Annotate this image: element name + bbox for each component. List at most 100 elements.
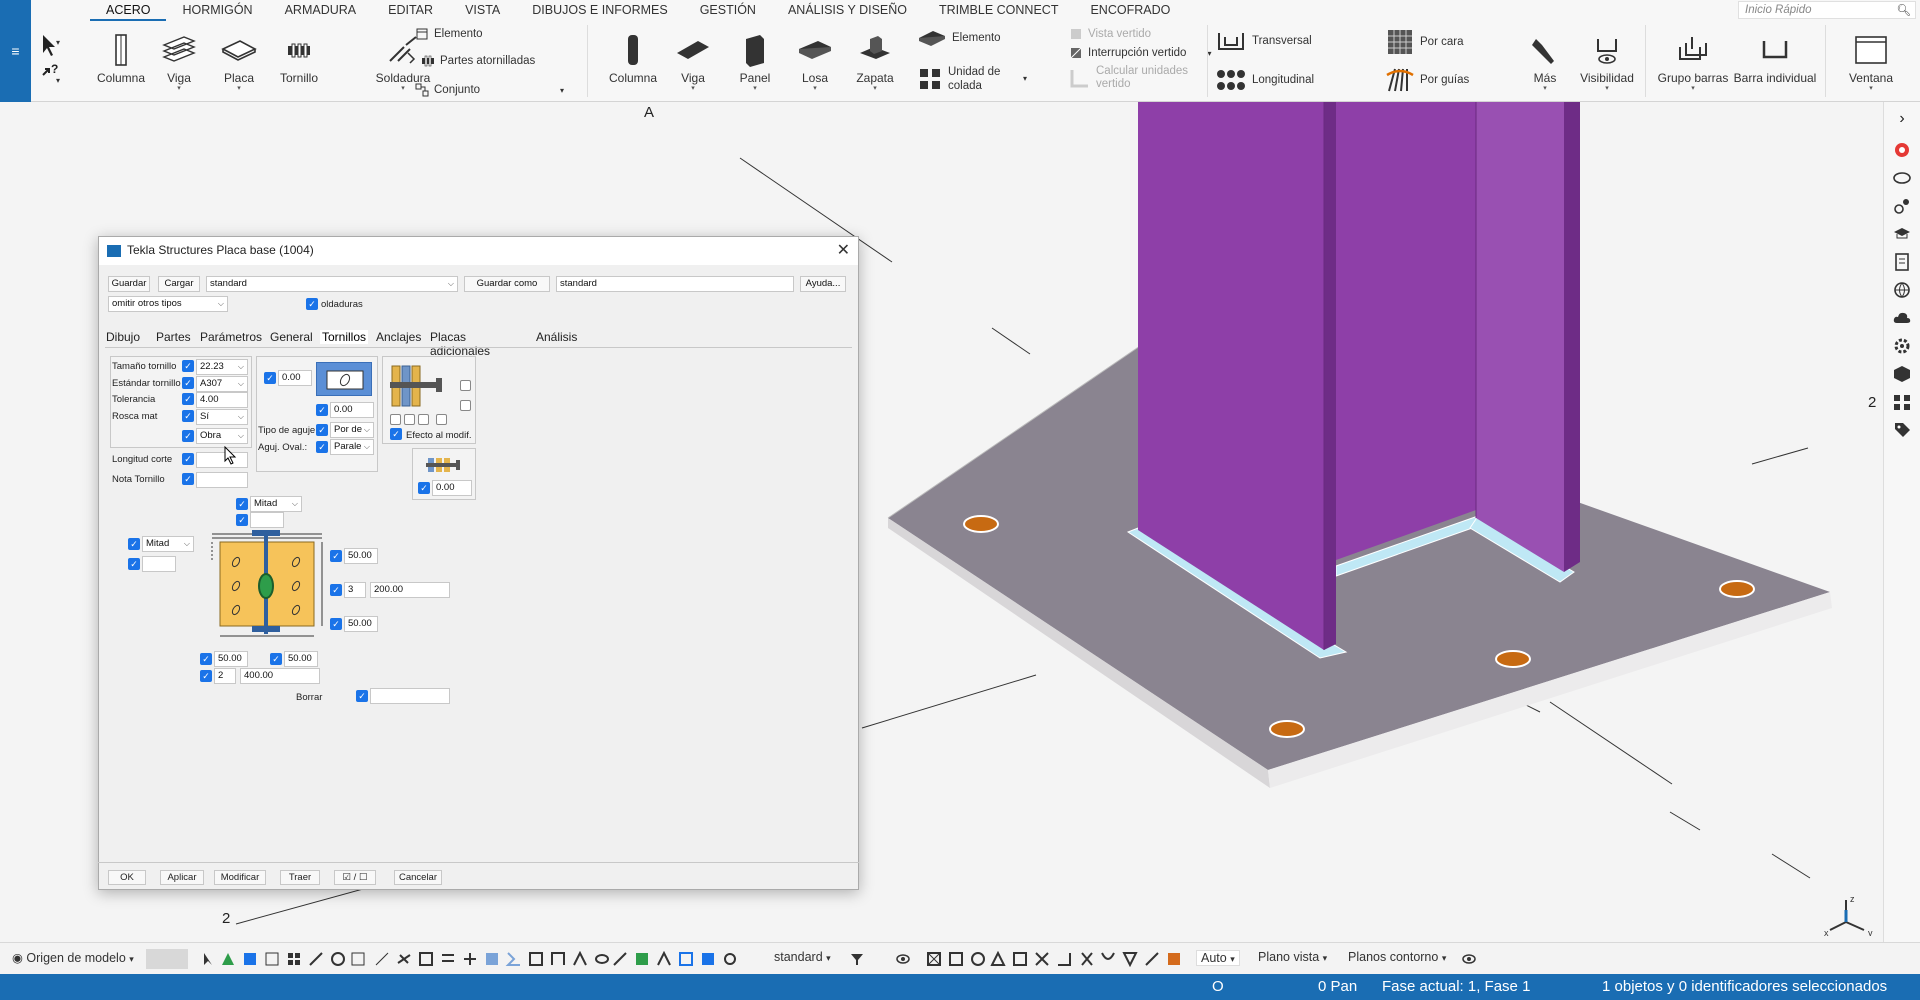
pour-unit-button[interactable]: Unidad de colada ▾ [917,65,1057,93]
select-tools-icon[interactable]: ▾ ? ▾ [37,31,67,91]
components-icon[interactable] [1892,364,1912,384]
tolerance-field[interactable]: 4.00 [196,392,248,408]
right-count-checkbox[interactable]: ✓ [330,584,342,596]
left-combo-select[interactable]: Mitad [142,536,194,552]
rebar-longitudinal-button[interactable]: Longitudinal [1215,67,1314,93]
bottom-count-field[interactable]: 2 [214,668,236,684]
dialog-title-bar[interactable]: Tekla Structures Placa base (1004) ✕ [99,237,858,265]
cloud-icon[interactable] [1892,308,1912,328]
single-bar-button[interactable]: Barra individual [1733,33,1817,85]
snap-tools-icons[interactable] [200,951,760,967]
tab-dibujo[interactable]: Dibujo [106,330,140,344]
cut-length-checkbox[interactable]: ✓ [182,453,194,465]
cancel-button[interactable]: Cancelar [394,870,442,885]
tab-analisis[interactable]: Análisis [536,330,577,344]
hole-offset1-checkbox[interactable]: ✓ [264,372,276,384]
visibility-eye-icon[interactable] [1462,952,1476,966]
snap-toggle[interactable] [146,949,188,969]
delete-checkbox[interactable]: ✓ [356,690,368,702]
menu-trimble-connect[interactable]: TRIMBLE CONNECT [923,0,1074,21]
save-button[interactable]: Guardar [108,276,150,292]
bolt-note-field[interactable] [196,472,248,488]
preset-select[interactable]: standard [206,276,458,292]
concrete-panel-button[interactable]: Panel ▾ [725,33,785,93]
outline-planes-select[interactable]: Planos contorno ▾ [1348,950,1446,964]
bottom-spacing-field[interactable]: 400.00 [240,668,320,684]
menu-armadura[interactable]: ARMADURA [269,0,373,21]
quick-search-input[interactable]: Inicio Rápido 🔍︎ [1738,1,1916,19]
top-combo-checkbox[interactable]: ✓ [236,498,248,510]
site-checkbox[interactable]: ✓ [182,430,194,442]
right-bottom-checkbox[interactable]: ✓ [330,618,342,630]
tab-anclajes[interactable]: Anclajes [376,330,421,344]
hole-type-preview[interactable] [316,362,372,396]
visibility-button[interactable]: Visibilidad ▾ [1567,33,1647,93]
effect-option-3-checkbox[interactable] [390,414,401,425]
effect-option-4-checkbox[interactable] [404,414,415,425]
effect-option-5-checkbox[interactable] [418,414,429,425]
bottom-count-checkbox[interactable]: ✓ [200,670,212,682]
document-icon[interactable] [1892,252,1912,272]
steel-bolt-button[interactable]: Tornillo [269,33,329,85]
concrete-beam-button[interactable]: Viga ▾ [663,33,723,93]
ok-button[interactable]: OK [108,870,146,885]
globe-icon[interactable] [1892,280,1912,300]
calculate-pour-units-button[interactable]: Calcular unidades vertido [1069,65,1199,91]
menu-editar[interactable]: EDITAR [372,0,449,21]
bottom-right-field[interactable]: 50.00 [284,651,318,667]
site-select[interactable]: Obra [196,428,248,444]
hole-offset2-checkbox[interactable]: ✓ [316,404,328,416]
filter-icon[interactable] [850,952,864,966]
bolted-parts-button[interactable]: Partes atornilladas [421,54,535,68]
effect-option-6-checkbox[interactable] [436,414,447,425]
right-top-field[interactable]: 50.00 [344,548,378,564]
top-offset-checkbox[interactable]: ✓ [236,514,248,526]
welds-checkbox[interactable]: ✓ [306,298,318,310]
right-top-checkbox[interactable]: ✓ [330,550,342,562]
window-button[interactable]: Ventana ▾ [1839,33,1903,93]
menu-encofrado[interactable]: ENCOFRADO [1074,0,1186,21]
organizer-icon[interactable] [1892,392,1912,412]
help-button[interactable]: Ayuda... [800,276,846,292]
model-origin-select[interactable]: ◉ Origen de modelo ▾ [12,950,134,965]
eye-icon[interactable] [896,952,910,966]
thread-checkbox[interactable]: ✓ [182,410,194,422]
menu-vista[interactable]: VISTA [449,0,516,21]
slotted-hole-checkbox[interactable]: ✓ [316,441,328,453]
slotted-hole-select[interactable]: Parale [330,439,374,455]
expand-icon[interactable]: › [1892,110,1912,130]
bar-group-button[interactable]: Grupo barras ▾ [1653,33,1733,93]
selection-filter-select[interactable]: standard ▾ [774,950,831,964]
more-button[interactable]: Más ▾ [1515,33,1575,93]
washer-field[interactable]: 0.00 [432,480,472,496]
hole-offset2-field[interactable]: 0.00 [330,402,374,418]
properties-icon[interactable] [1892,196,1912,216]
hole-type-select[interactable]: Por de [330,422,374,438]
steel-element-button[interactable]: Elemento [415,27,483,41]
menu-dibujos-e-informes[interactable]: DIBUJOS E INFORMES [516,0,683,21]
view-plane-select[interactable]: Plano vista ▾ [1258,950,1327,964]
bolt-note-checkbox[interactable]: ✓ [182,473,194,485]
learning-icon[interactable] [1892,224,1912,244]
concrete-column-button[interactable]: Columna [601,33,665,85]
pour-view-button[interactable]: Vista vertido [1069,27,1151,41]
toggle-all-button[interactable]: ☑ / ☐ [334,870,376,885]
tag-icon[interactable] [1892,420,1912,440]
concrete-footing-button[interactable]: Zapata ▾ [845,33,905,93]
auto-select[interactable]: Auto ▾ [1196,950,1240,966]
rebar-by-face-button[interactable]: Por cara [1385,27,1463,57]
selection-switches-icons[interactable] [926,951,1182,967]
rebar-transversal-button[interactable]: Transversal [1215,27,1312,55]
menu-análisis-y-diseño[interactable]: ANÁLISIS Y DISEÑO [772,0,923,21]
cut-length-field[interactable] [196,452,248,468]
filter-select[interactable]: omitir otros tipos [108,296,228,312]
right-bottom-field[interactable]: 50.00 [344,616,378,632]
trimble-connect-icon[interactable] [1892,140,1912,160]
thread-select[interactable]: Sí [196,409,248,425]
hole-type-checkbox[interactable]: ✓ [316,424,328,436]
tab-tornillos[interactable]: Tornillos [320,330,369,344]
bottom-right-checkbox[interactable]: ✓ [270,653,282,665]
close-icon[interactable]: ✕ [837,240,850,260]
steel-beam-button[interactable]: Viga ▾ [149,33,209,93]
concrete-slab-button[interactable]: Losa ▾ [785,33,845,93]
